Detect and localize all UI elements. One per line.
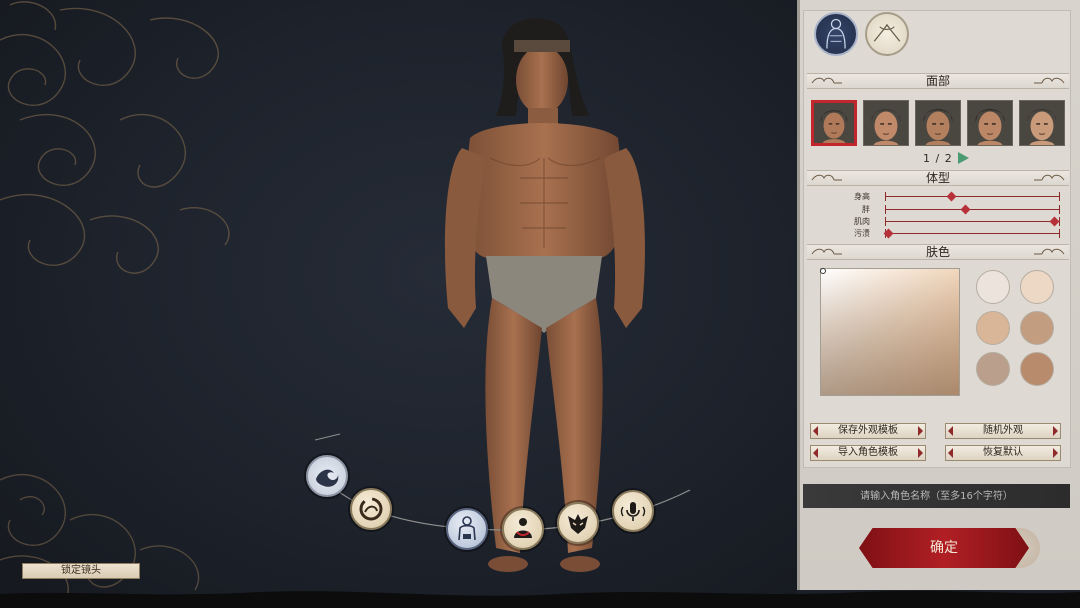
category-wave-button[interactable]	[306, 455, 348, 497]
face-preset-3[interactable]	[915, 100, 961, 146]
slider-label: 胖	[862, 205, 870, 214]
skin-section-header: 肤色	[807, 244, 1069, 260]
skin-swatch-2[interactable]	[1020, 270, 1054, 304]
wave-icon	[316, 469, 339, 487]
face-preset-2[interactable]	[863, 100, 909, 146]
face-preset-1[interactable]	[811, 100, 857, 146]
body-section-title: 体型	[925, 171, 950, 185]
save-template-button[interactable]: 保存外观模板	[810, 423, 926, 439]
character-viewport[interactable]: 锁定镜头	[0, 0, 797, 608]
cloud-ornament-icon	[811, 248, 842, 255]
slider-track[interactable]	[885, 209, 1059, 210]
category-body-button[interactable]	[446, 508, 488, 550]
face-page-indicator: 1 / 2	[923, 152, 953, 165]
slider-track[interactable]	[885, 221, 1059, 222]
body-mode-icon	[826, 18, 846, 49]
body-slider-row: 肌肉	[810, 216, 1066, 228]
skin-swatch-1[interactable]	[976, 270, 1010, 304]
skin-swatch-3[interactable]	[976, 311, 1010, 345]
ink-circle-icon	[359, 497, 383, 521]
skin-swatch-4[interactable]	[1020, 311, 1054, 345]
category-voice-button[interactable]	[612, 490, 654, 532]
ink-strip-decoration	[0, 590, 1080, 608]
body-slider-row: 污渍	[810, 228, 1066, 240]
color-picker-handle[interactable]	[820, 268, 826, 274]
body-section-header: 体型	[807, 170, 1069, 186]
cloud-ornament-icon	[811, 77, 842, 84]
cloud-pattern-decoration	[0, 1, 230, 274]
face-preset-list	[811, 100, 1065, 148]
category-mask-button[interactable]	[557, 502, 599, 544]
slider-track-cap	[1059, 229, 1060, 238]
face-portrait-icon	[1020, 101, 1064, 145]
cloud-ornament-icon	[1034, 248, 1065, 255]
slider-label: 身高	[854, 192, 870, 201]
face-portrait-icon	[864, 101, 908, 145]
voice-icon	[620, 502, 646, 521]
mask-icon	[568, 514, 588, 534]
confirm-button[interactable]: 确定	[859, 528, 1029, 568]
slider-track[interactable]	[885, 196, 1059, 197]
hair-icon	[514, 518, 532, 538]
body-slider-row: 身高	[810, 191, 1066, 203]
face-section-title: 面部	[925, 74, 950, 88]
category-selector	[300, 430, 700, 570]
slider-label: 肌肉	[854, 217, 870, 226]
face-portrait-icon	[916, 101, 960, 145]
face-preset-5[interactable]	[1019, 100, 1065, 146]
category-ink-button[interactable]	[350, 488, 392, 530]
cloud-ornament-icon	[1034, 174, 1065, 181]
body-mode-button[interactable]	[814, 12, 858, 56]
random-look-button[interactable]: 随机外观	[945, 423, 1061, 439]
face-section-header: 面部	[807, 73, 1069, 89]
slider-track[interactable]	[885, 233, 1059, 234]
body-icon	[458, 516, 476, 541]
character-name-input[interactable]	[803, 484, 1070, 508]
reset-default-button[interactable]: 恢复默认	[945, 445, 1061, 461]
slider-track-cap	[1059, 192, 1060, 201]
slider-thumb[interactable]	[946, 191, 957, 202]
body-slider-row: 胖	[810, 204, 1066, 216]
category-hair-button[interactable]	[502, 508, 544, 550]
slider-thumb[interactable]	[960, 204, 971, 215]
cloud-ornament-icon	[811, 174, 842, 181]
import-template-button[interactable]: 导入角色模板	[810, 445, 926, 461]
skin-color-picker[interactable]	[820, 268, 960, 396]
slider-thumb[interactable]	[1049, 216, 1060, 227]
face-portrait-icon	[814, 103, 854, 143]
face-preset-4[interactable]	[967, 100, 1013, 146]
next-page-arrow-icon[interactable]	[958, 152, 969, 164]
skin-swatch-6[interactable]	[1020, 352, 1054, 386]
lock-camera-button[interactable]: 锁定镜头	[22, 563, 140, 579]
face-portrait-icon	[968, 101, 1012, 145]
skin-swatch-5[interactable]	[976, 352, 1010, 386]
skin-mode-icon	[873, 23, 901, 42]
skin-section-title: 肤色	[925, 245, 950, 259]
cloud-ornament-icon	[1034, 77, 1065, 84]
slider-track-cap	[1059, 205, 1060, 214]
skin-mode-button[interactable]	[865, 12, 909, 56]
slider-label: 污渍	[854, 229, 870, 238]
